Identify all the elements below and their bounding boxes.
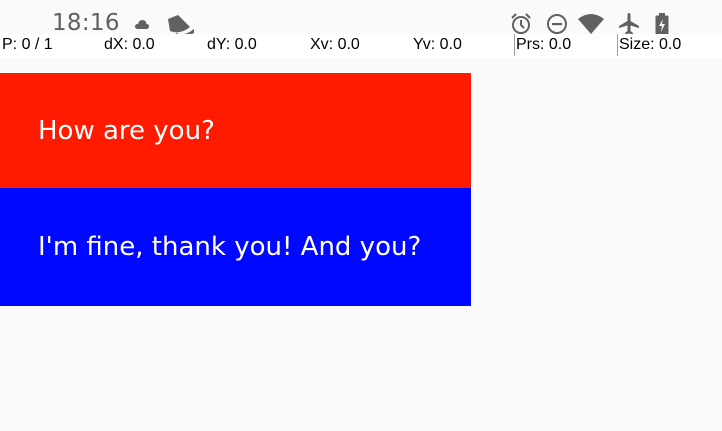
status-time: 18:16 [52, 10, 120, 36]
pointer-xv: Xv: 0.0 [310, 36, 360, 53]
pointer-location-bar: P: 0 / 1 dX: 0.0 dY: 0.0 Xv: 0.0 Yv: 0.0… [0, 34, 722, 58]
pointer-divider [514, 34, 515, 56]
pointer-size: Size: 0.0 [619, 36, 682, 53]
pointer-yv: Yv: 0.0 [413, 36, 462, 53]
message-text: I'm fine, thank you! And you? [38, 232, 422, 262]
message-question[interactable]: How are you? [0, 73, 471, 188]
pointer-pressure: Prs: 0.0 [516, 36, 572, 53]
status-bar: 18:16 [0, 0, 722, 37]
pointer-divider [617, 34, 618, 56]
pointer-dx: dX: 0.0 [104, 36, 155, 53]
pointer-count: P: 0 / 1 [2, 36, 53, 53]
message-text: How are you? [38, 115, 215, 146]
message-reply[interactable]: I'm fine, thank you! And you? [0, 188, 471, 306]
pointer-dy: dY: 0.0 [207, 36, 257, 53]
